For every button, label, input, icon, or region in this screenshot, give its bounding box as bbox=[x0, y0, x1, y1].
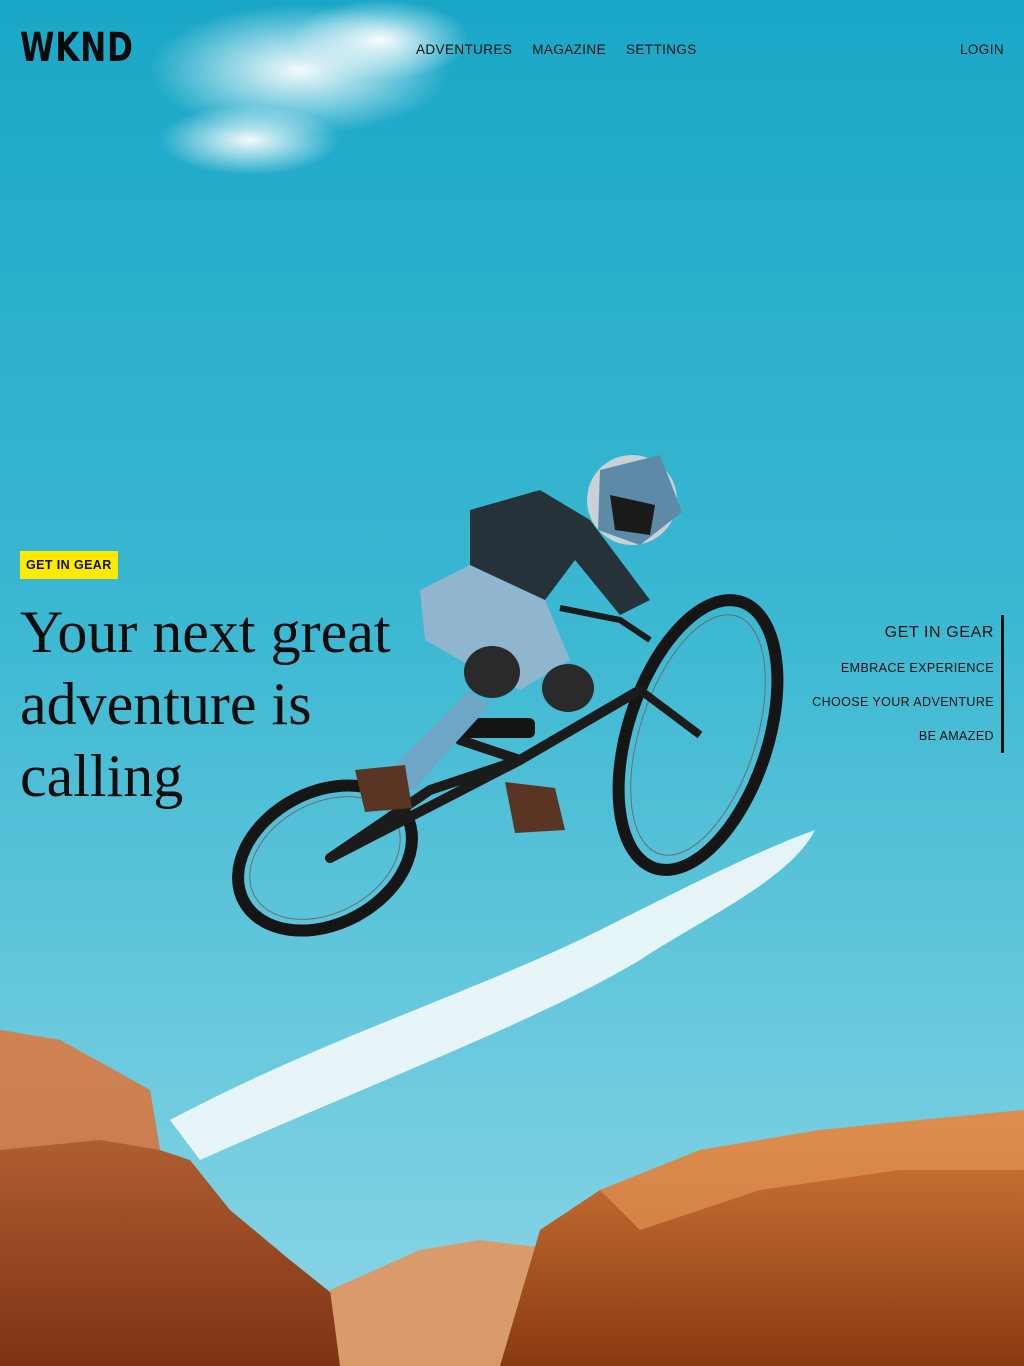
nav-magazine-link[interactable]: MAGAZINE bbox=[532, 42, 606, 57]
wknd-logo[interactable]: WKND bbox=[20, 24, 134, 72]
carousel-side-nav: GET IN GEAR EMBRACE EXPERIENCE CHOOSE YO… bbox=[794, 615, 1004, 753]
hero-eyebrow-badge: GET IN GEAR bbox=[20, 551, 118, 579]
side-nav-item-get-in-gear[interactable]: GET IN GEAR bbox=[794, 615, 994, 651]
main-nav: ADVENTURES MAGAZINE SETTINGS bbox=[416, 42, 697, 57]
side-nav-item-be-amazed[interactable]: BE AMAZED bbox=[794, 719, 994, 753]
side-nav-item-embrace-experience[interactable]: EMBRACE EXPERIENCE bbox=[794, 651, 994, 685]
side-nav-item-choose-your-adventure[interactable]: CHOOSE YOUR ADVENTURE bbox=[794, 685, 994, 719]
site-header: WKND ADVENTURES MAGAZINE SETTINGS LOGIN bbox=[0, 0, 1024, 100]
nav-adventures-link[interactable]: ADVENTURES bbox=[416, 42, 512, 57]
nav-settings-link[interactable]: SETTINGS bbox=[626, 42, 697, 57]
login-link[interactable]: LOGIN bbox=[960, 42, 1004, 57]
hero-headline: Your next great adventure is calling bbox=[20, 599, 391, 809]
